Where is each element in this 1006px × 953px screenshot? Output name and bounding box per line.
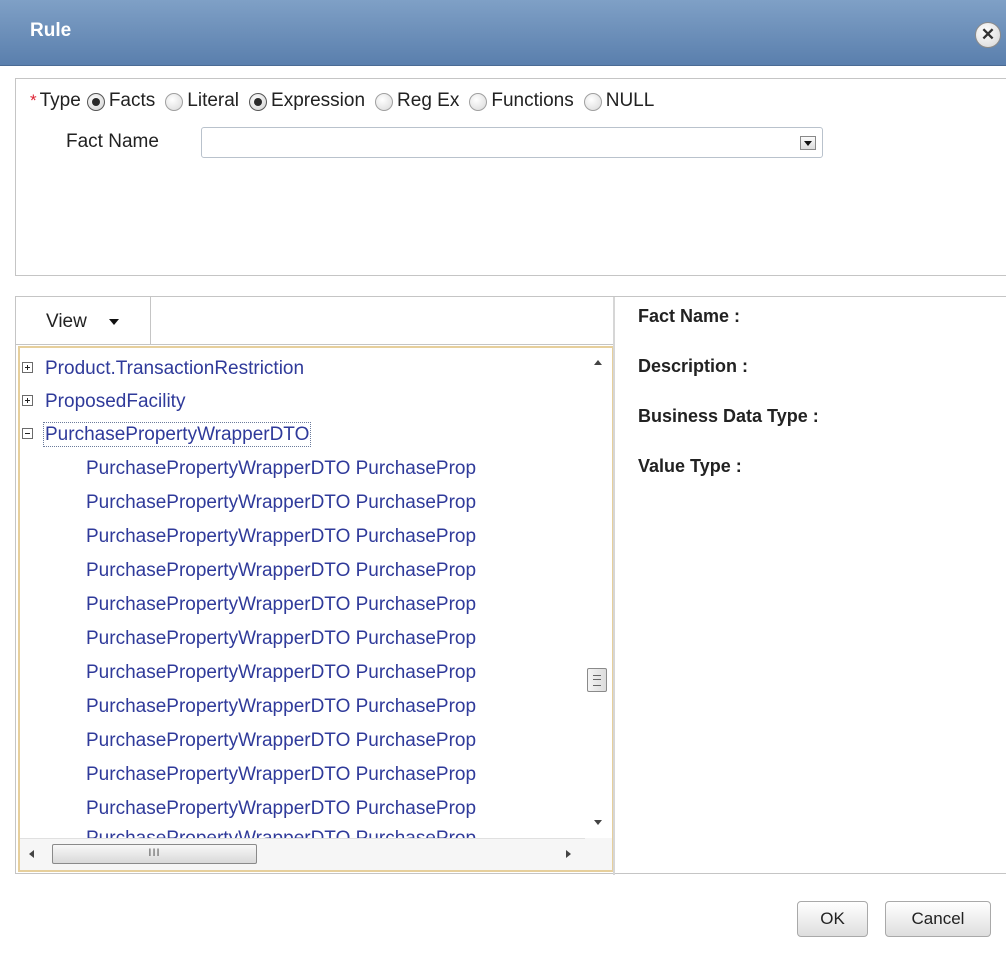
detail-description: Description :	[638, 356, 749, 376]
vertical-scroll-thumb[interactable]	[587, 668, 607, 692]
type-radio-group: * Type Facts Literal Expression Reg Ex F…	[30, 88, 654, 114]
vertical-scrollbar[interactable]	[585, 348, 612, 838]
tree-child-item[interactable]: PurchasePropertyWrapperDTO PurchaseProp	[86, 828, 476, 838]
scrollbar-corner	[585, 838, 612, 870]
tree-child-item[interactable]: PurchasePropertyWrapperDTO PurchaseProp	[86, 526, 476, 552]
collapse-icon[interactable]	[22, 428, 33, 439]
radio-expression-label[interactable]: Expression	[271, 90, 365, 112]
radio-literal[interactable]	[165, 93, 184, 111]
detail-fact-name: Fact Name :	[638, 306, 741, 326]
tree-child-item[interactable]: PurchasePropertyWrapperDTO PurchaseProp	[86, 492, 476, 518]
tree-child-item[interactable]: PurchasePropertyWrapperDTO PurchaseProp	[86, 560, 476, 586]
fact-tree[interactable]: Product.TransactionRestriction ProposedF…	[18, 346, 614, 872]
expand-icon[interactable]	[22, 362, 33, 373]
required-marker: *	[30, 91, 37, 110]
radio-facts[interactable]	[86, 93, 105, 111]
tree-node-label[interactable]: Product.TransactionRestriction	[45, 358, 304, 379]
close-icon[interactable]: ✕	[975, 22, 1001, 48]
fact-name-label: Fact Name	[66, 131, 159, 152]
radio-null-label[interactable]: NULL	[606, 90, 655, 112]
radio-regex[interactable]	[375, 93, 394, 111]
radio-expression[interactable]	[249, 93, 268, 111]
dialog-title-bar: Rule ✕	[0, 0, 1006, 66]
fact-browser-panel: View Product.TransactionRestriction Prop…	[15, 296, 1006, 875]
tree-viewport: Product.TransactionRestriction ProposedF…	[20, 348, 585, 838]
tree-node-selected[interactable]: PurchasePropertyWrapperDTO	[22, 422, 312, 450]
chevron-down-icon	[109, 319, 119, 325]
tree-child-item[interactable]: PurchasePropertyWrapperDTO PurchaseProp	[86, 628, 476, 654]
tree-child-item[interactable]: PurchasePropertyWrapperDTO PurchaseProp	[86, 764, 476, 790]
radio-literal-label[interactable]: Literal	[187, 90, 239, 112]
detail-value-type: Value Type :	[638, 456, 742, 476]
close-glyph: ✕	[980, 25, 996, 44]
tree-node[interactable]: ProposedFacility	[22, 391, 185, 417]
tree-child-item[interactable]: PurchasePropertyWrapperDTO PurchaseProp	[86, 730, 476, 756]
cancel-button[interactable]: Cancel	[885, 901, 991, 937]
view-menu-label: View	[46, 311, 87, 332]
scroll-left-icon[interactable]	[29, 850, 34, 858]
panel-divider[interactable]	[613, 297, 615, 875]
tree-child-item[interactable]: PurchasePropertyWrapperDTO PurchaseProp	[86, 458, 476, 484]
radio-functions-label[interactable]: Functions	[491, 90, 573, 112]
scroll-right-icon[interactable]	[566, 850, 571, 858]
tree-child-item[interactable]: PurchasePropertyWrapperDTO PurchaseProp	[86, 798, 476, 824]
tree-node-label[interactable]: PurchasePropertyWrapperDTO	[42, 422, 312, 447]
scroll-down-icon[interactable]	[594, 820, 602, 825]
radio-facts-label[interactable]: Facts	[109, 90, 155, 112]
scroll-up-icon[interactable]	[594, 360, 602, 365]
horizontal-scrollbar[interactable]: III	[20, 838, 585, 870]
dialog-title: Rule	[30, 20, 72, 41]
radio-regex-label[interactable]: Reg Ex	[397, 90, 459, 112]
tree-child-item[interactable]: PurchasePropertyWrapperDTO PurchaseProp	[86, 594, 476, 620]
tree-child-item[interactable]: PurchasePropertyWrapperDTO PurchaseProp	[86, 696, 476, 722]
type-label: Type	[39, 90, 81, 111]
radio-null[interactable]	[583, 93, 602, 111]
horizontal-scroll-thumb[interactable]: III	[52, 844, 257, 864]
expand-icon[interactable]	[22, 395, 33, 406]
radio-functions[interactable]	[469, 93, 488, 111]
tree-node[interactable]: Product.TransactionRestriction	[22, 358, 304, 384]
ok-button[interactable]: OK	[797, 901, 868, 937]
tree-node-label[interactable]: ProposedFacility	[45, 391, 185, 412]
fact-name-select[interactable]	[201, 127, 823, 158]
view-menu[interactable]: View	[16, 297, 151, 345]
dropdown-arrow-icon[interactable]	[800, 136, 816, 150]
type-panel: * Type Facts Literal Expression Reg Ex F…	[15, 78, 1006, 276]
toolbar-divider	[151, 344, 613, 345]
detail-business-data-type: Business Data Type :	[638, 406, 819, 426]
tree-child-item[interactable]: PurchasePropertyWrapperDTO PurchaseProp	[86, 662, 476, 688]
